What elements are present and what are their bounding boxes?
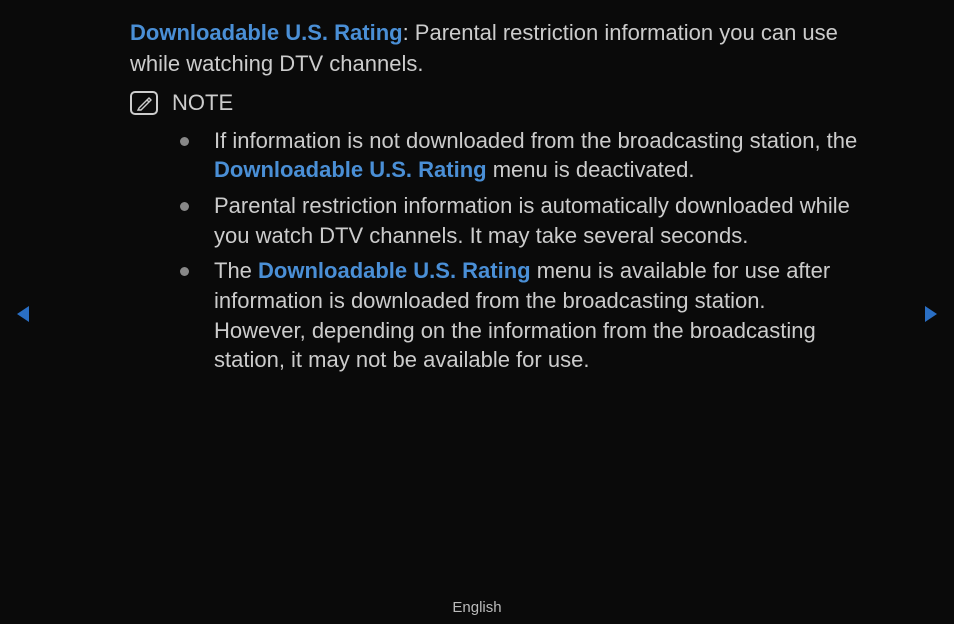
triangle-right-icon (923, 304, 939, 324)
bullet-pre: If information is not downloaded from th… (214, 128, 857, 153)
bullet-pre: The (214, 258, 258, 283)
list-item: If information is not downloaded from th… (180, 126, 860, 185)
list-item: The Downloadable U.S. Rating menu is ava… (180, 256, 860, 375)
note-label: NOTE (172, 90, 233, 116)
note-icon (130, 91, 158, 115)
help-content: Downloadable U.S. Rating: Parental restr… (0, 0, 910, 375)
list-item: Parental restriction information is auto… (180, 191, 860, 250)
intro-paragraph: Downloadable U.S. Rating: Parental restr… (130, 18, 860, 80)
bullet-post: menu is deactivated. (487, 157, 695, 182)
bullet-pre: Parental restriction information is auto… (214, 193, 850, 248)
bullet-highlight: Downloadable U.S. Rating (214, 157, 487, 182)
note-header: NOTE (130, 90, 860, 116)
intro-highlight: Downloadable U.S. Rating (130, 20, 403, 45)
triangle-left-icon (15, 304, 31, 324)
bullet-highlight: Downloadable U.S. Rating (258, 258, 531, 283)
footer-language: English (0, 599, 954, 616)
note-bullet-list: If information is not downloaded from th… (130, 126, 860, 376)
nav-next-button[interactable] (923, 304, 939, 324)
nav-prev-button[interactable] (15, 304, 31, 324)
